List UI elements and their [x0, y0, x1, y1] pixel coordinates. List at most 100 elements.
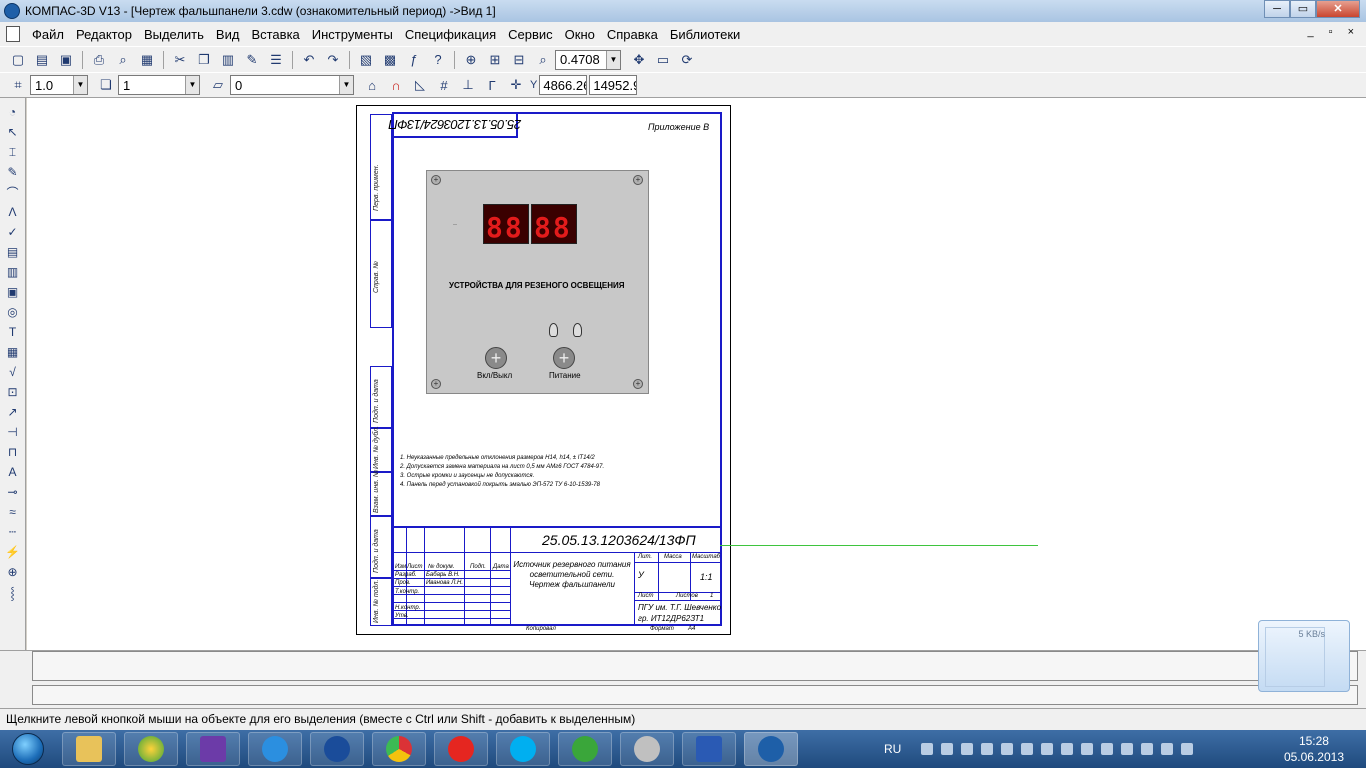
zoom-out-icon[interactable]: ⊟ — [508, 50, 530, 70]
ortho-mode-icon[interactable]: Г — [481, 75, 503, 95]
params-icon[interactable]: Ʌ — [3, 203, 23, 221]
tray-app-icon[interactable] — [981, 743, 994, 755]
taskbar-explorer[interactable] — [62, 732, 116, 766]
size-icon[interactable]: ⌶ — [3, 143, 23, 161]
start-button[interactable] — [2, 731, 54, 767]
menu-service[interactable]: Сервис — [502, 27, 559, 42]
menu-help[interactable]: Справка — [601, 27, 664, 42]
language-indicator[interactable]: RU — [884, 742, 901, 756]
property-area-secondary[interactable] — [32, 685, 1358, 705]
arrow-view-icon[interactable]: A — [3, 463, 23, 481]
save-icon[interactable]: ▣ — [55, 50, 77, 70]
menu-view[interactable]: Вид — [210, 27, 246, 42]
zoom-scale-icon[interactable]: ⌕ — [532, 50, 554, 70]
tree-icon[interactable]: ▧ — [355, 50, 377, 70]
tray-app-icon[interactable] — [1021, 743, 1034, 755]
cursor-step-icon[interactable]: ⌗ — [7, 75, 29, 95]
taskbar-app[interactable] — [124, 732, 178, 766]
wave-icon[interactable]: ≈ — [3, 503, 23, 521]
lightning-icon[interactable]: ⚡ — [3, 543, 23, 561]
cut-icon[interactable]: ✂ — [169, 50, 191, 70]
tray-app-icon[interactable] — [961, 743, 974, 755]
tray-app-icon[interactable] — [1081, 743, 1094, 755]
text-icon[interactable]: T — [3, 323, 23, 341]
menu-insert[interactable]: Вставка — [245, 27, 305, 42]
minimize-button[interactable]: ─ — [1264, 0, 1290, 18]
chevron-down-icon[interactable]: ▼ — [185, 76, 199, 94]
tray-network-icon[interactable] — [941, 743, 954, 755]
geometry-icon[interactable]: ◔ — [3, 103, 23, 121]
library-manager-icon[interactable]: ▩ — [379, 50, 401, 70]
zoom-window-icon[interactable]: ⊕ — [460, 50, 482, 70]
zoom-in-icon[interactable]: ⊞ — [484, 50, 506, 70]
mdi-controls[interactable]: _ ▫ × — [1307, 26, 1360, 38]
table-icon[interactable]: ▦ — [3, 343, 23, 361]
insert-icon[interactable]: ▣ — [3, 283, 23, 301]
tray-app-icon[interactable] — [1001, 743, 1014, 755]
menu-tools[interactable]: Инструменты — [306, 27, 399, 42]
tray-app-icon[interactable] — [1041, 743, 1054, 755]
paste-icon[interactable]: ▥ — [217, 50, 239, 70]
menu-select[interactable]: Выделить — [138, 27, 210, 42]
reports-icon[interactable]: ▥ — [3, 263, 23, 281]
context-help-icon[interactable]: ? — [427, 50, 449, 70]
orthogonal-icon[interactable]: ⌂ — [361, 75, 383, 95]
round-coords-icon[interactable]: ✛ — [505, 75, 527, 95]
menu-editor[interactable]: Редактор — [70, 27, 138, 42]
taskbar-clock-app[interactable] — [620, 732, 674, 766]
copy-icon[interactable]: ❐ — [193, 50, 215, 70]
chevron-down-icon[interactable]: ▼ — [339, 76, 353, 94]
tray-volume-icon[interactable] — [1181, 743, 1194, 755]
measure-icon[interactable]: ✓ — [3, 223, 23, 241]
chevron-down-icon[interactable]: ▼ — [606, 50, 620, 69]
taskbar-yandex[interactable] — [434, 732, 488, 766]
taskbar-word[interactable] — [682, 732, 736, 766]
roughness-icon[interactable]: √ — [3, 363, 23, 381]
taskbar-ie[interactable] — [248, 732, 302, 766]
taskbar-icq[interactable] — [558, 732, 612, 766]
center-mark-icon[interactable]: ⊕ — [3, 563, 23, 581]
grid-icon[interactable]: # — [433, 75, 455, 95]
style-combo[interactable]: 0 ▼ — [230, 75, 354, 95]
clock[interactable]: 15:28 05.06.2013 — [1284, 733, 1344, 765]
snap-magnet-icon[interactable]: ∩ — [385, 75, 407, 95]
lcs-icon[interactable]: ⊥ — [457, 75, 479, 95]
cut-line-icon[interactable]: ⊓ — [3, 443, 23, 461]
local-snap-icon[interactable]: ◺ — [409, 75, 431, 95]
menu-specification[interactable]: Спецификация — [399, 27, 502, 42]
break-icon[interactable]: ⸾ — [3, 583, 23, 601]
axis-line-icon[interactable]: ┄ — [3, 523, 23, 541]
maximize-button[interactable]: ▭ — [1290, 0, 1316, 18]
tray-flag-icon[interactable] — [1121, 743, 1134, 755]
coord-x-field[interactable]: 4866.26 — [539, 75, 588, 95]
properties-icon[interactable]: ☰ — [265, 50, 287, 70]
select-icon[interactable]: ↖ — [3, 123, 23, 141]
refresh-icon[interactable]: ⟳ — [676, 50, 698, 70]
position-icon[interactable]: ⊸ — [3, 483, 23, 501]
layer-icon[interactable]: ❏ — [95, 75, 117, 95]
tolerance-icon[interactable]: ⊣ — [3, 423, 23, 441]
tray-battery-icon[interactable] — [1161, 743, 1174, 755]
spec-icon[interactable]: ▤ — [3, 243, 23, 261]
tray-arrow-icon[interactable] — [921, 743, 934, 755]
edit-icon[interactable]: ⌒ — [3, 183, 23, 201]
tray-app-icon[interactable] — [1061, 743, 1074, 755]
format-brush-icon[interactable]: ✎ — [241, 50, 263, 70]
zoom-combo[interactable]: 0.4708 ▼ — [555, 49, 621, 70]
manager-icon[interactable]: ▦ — [136, 50, 158, 70]
preview-icon[interactable]: ⌕ — [112, 50, 134, 70]
step-combo[interactable]: 1.0 ▼ — [30, 75, 88, 95]
layer-combo[interactable]: 1 ▼ — [118, 75, 200, 95]
chevron-down-icon[interactable]: ▼ — [73, 76, 87, 94]
base-icon[interactable]: ⊡ — [3, 383, 23, 401]
open-icon[interactable]: ▤ — [31, 50, 53, 70]
network-meter-widget[interactable]: 5 KB/s — [1258, 620, 1350, 692]
fragment-icon[interactable]: ◎ — [3, 303, 23, 321]
undo-icon[interactable]: ↶ — [298, 50, 320, 70]
variables-icon[interactable]: ƒ — [403, 50, 425, 70]
taskbar-visual-studio[interactable] — [186, 732, 240, 766]
style-icon[interactable]: ▱ — [207, 75, 229, 95]
taskbar-skype[interactable] — [496, 732, 550, 766]
menu-window[interactable]: Окно — [559, 27, 601, 42]
tray-signal-icon[interactable] — [1141, 743, 1154, 755]
